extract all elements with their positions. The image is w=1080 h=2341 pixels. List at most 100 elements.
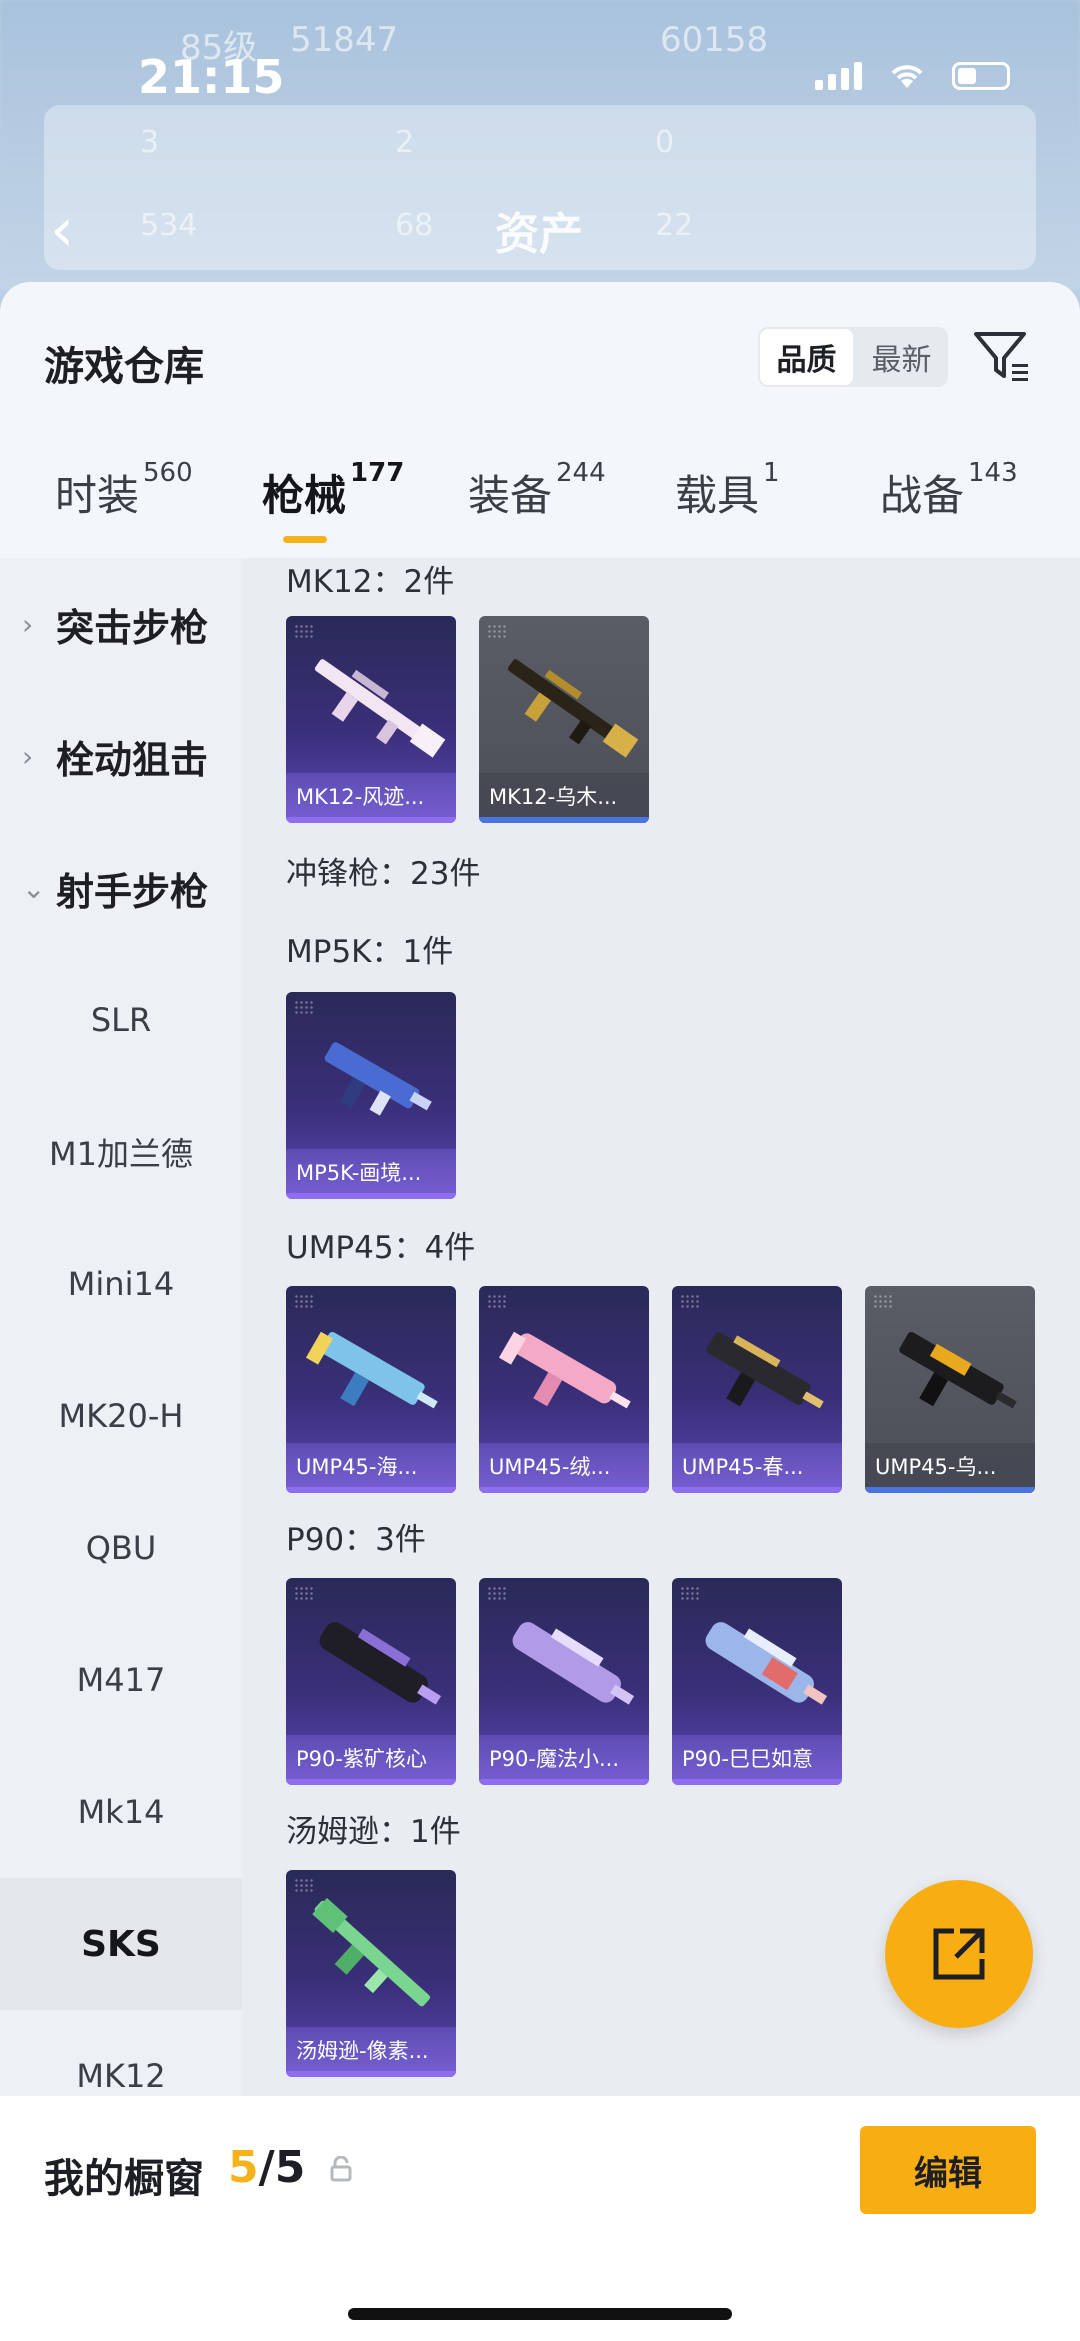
tab-supplies[interactable]: 战备 143 [880, 458, 1018, 523]
item-card[interactable]: UMP45-海... [286, 1286, 456, 1493]
section-label-p90: P90：3件 [286, 1522, 426, 1558]
gun-image-icon [305, 1331, 438, 1409]
item-name: 汤姆逊-像素... [286, 2027, 456, 2077]
page-title: 资产 [495, 209, 583, 260]
gun-image-icon [314, 659, 446, 758]
signal-icon [815, 62, 862, 90]
item-card[interactable]: UMP45-绒... [479, 1286, 649, 1493]
tab-count: 143 [968, 458, 1018, 488]
bg-stat: 3 [140, 125, 160, 160]
item-name: P90-紫矿核心 [286, 1735, 456, 1785]
filter-icon[interactable] [972, 326, 1032, 386]
share-icon [933, 1928, 985, 1980]
warehouse-sheet: 游戏仓库 品质 最新 时装 560 枪械 177 装备 244 载具 1 战备 143 ›… [0, 282, 1080, 2341]
sidebar-item-m1-garand[interactable]: M1加兰德 [0, 1086, 242, 1218]
active-tab-indicator [283, 536, 327, 543]
section-label-mk12: MK12：2件 [286, 564, 455, 600]
item-name: UMP45-海... [286, 1443, 456, 1493]
item-grid: MK12：2件 MK12-风迹... MK12-乌木... 冲锋枪：23件 MP… [242, 558, 1080, 2341]
sort-toggle: 品质 最新 [758, 327, 948, 387]
sidebar-item-assault-rifle[interactable]: › 突击步枪 [0, 558, 242, 690]
sidebar-item-mini14[interactable]: Mini14 [0, 1218, 242, 1350]
item-card[interactable]: P90-巳巳如意 [672, 1578, 842, 1785]
item-card[interactable]: MK12-风迹... [286, 616, 456, 823]
sidebar-item-label: 射手步枪 [56, 869, 209, 914]
item-card[interactable]: MK12-乌木... [479, 616, 649, 823]
category-tabs: 时装 560 枪械 177 装备 244 载具 1 战备 143 [0, 458, 1080, 562]
sidebar-item-mk20h[interactable]: MK20-H [0, 1350, 242, 1482]
item-name: MK12-乌木... [479, 773, 649, 823]
category-sidebar: › 突击步枪 › 栓动狙击 ⌄ 射手步枪 SLR M1加兰德 Mini14 MK20-… [0, 558, 242, 2341]
tab-fashion[interactable]: 时装 560 [55, 458, 193, 523]
sidebar-item-label: 栓动狙击 [56, 737, 209, 782]
status-icons [815, 62, 1010, 90]
section-label-mp5k: MP5K：1件 [286, 934, 454, 970]
bg-stat: 68 [395, 208, 434, 243]
tab-count: 177 [350, 458, 405, 488]
item-name: MK12-风迹... [286, 773, 456, 823]
tab-equipment[interactable]: 装备 244 [468, 458, 606, 523]
item-card[interactable]: UMP45-春... [672, 1286, 842, 1493]
item-name: UMP45-绒... [479, 1443, 649, 1493]
item-card[interactable]: P90-紫矿核心 [286, 1578, 456, 1785]
section-label-tommy: 汤姆逊：1件 [286, 1814, 461, 1850]
sidebar-item-slr[interactable]: SLR [0, 954, 242, 1086]
item-card[interactable]: UMP45-乌... [865, 1286, 1035, 1493]
bg-stat: 534 [140, 208, 198, 243]
showcase-total: /5 [258, 2142, 306, 2193]
item-name: MP5K-画境... [286, 1149, 456, 1199]
sidebar-item-qbu[interactable]: QBU [0, 1482, 242, 1614]
item-card[interactable]: 汤姆逊-像素... [286, 1870, 456, 2077]
item-name: UMP45-春... [672, 1443, 842, 1493]
sort-quality-button[interactable]: 品质 [758, 327, 855, 387]
sheet-title: 游戏仓库 [44, 344, 204, 390]
sidebar-item-label: 突击步枪 [56, 605, 209, 650]
tab-label: 载具 [675, 471, 760, 520]
gun-image-icon [705, 1622, 828, 1705]
gun-image-icon [319, 1622, 442, 1705]
bg-stat: 22 [655, 208, 694, 243]
sidebar-item-mk14[interactable]: Mk14 [0, 1746, 242, 1878]
gun-image-icon [507, 659, 639, 758]
tab-label: 装备 [468, 471, 553, 520]
gun-image-icon [312, 1897, 431, 2007]
item-name: P90-魔法小... [479, 1735, 649, 1785]
gun-image-icon [899, 1331, 1017, 1409]
tab-count: 560 [143, 458, 193, 488]
showcase-title: 我的橱窗 [44, 2156, 204, 2202]
item-card[interactable]: P90-魔法小... [479, 1578, 649, 1785]
section-label-smg: 冲锋枪：23件 [286, 856, 481, 892]
share-button[interactable] [885, 1880, 1033, 2028]
tab-label: 战备 [880, 471, 965, 520]
tab-count: 1 [763, 458, 780, 488]
tab-count: 244 [556, 458, 606, 488]
item-name: P90-巳巳如意 [672, 1735, 842, 1785]
status-time: 21:15 [138, 50, 285, 104]
tab-label: 时装 [55, 471, 140, 520]
edit-button[interactable]: 编辑 [860, 2126, 1036, 2214]
wifi-icon [891, 65, 923, 88]
tab-label: 枪械 [262, 471, 347, 520]
tab-guns[interactable]: 枪械 177 [262, 458, 404, 523]
gun-image-icon [706, 1331, 824, 1409]
chevron-right-icon: › [22, 607, 34, 641]
home-indicator [348, 2308, 732, 2320]
sidebar-item-m417[interactable]: M417 [0, 1614, 242, 1746]
sort-latest-button[interactable]: 最新 [855, 327, 948, 387]
bg-stat: 0 [655, 125, 675, 160]
bg-stat: 2 [395, 125, 415, 160]
gun-image-icon [324, 1042, 432, 1116]
gun-image-icon [498, 1331, 631, 1409]
showcase-current: 5 [228, 2142, 259, 2193]
coin-b-value: 60158 [660, 20, 769, 60]
sidebar-item-sks[interactable]: SKS [0, 1878, 242, 2010]
chevron-down-icon: ⌄ [22, 871, 46, 905]
coin-a-value: 51847 [290, 20, 399, 60]
chevron-right-icon: › [22, 739, 34, 773]
item-card[interactable]: MP5K-画境... [286, 992, 456, 1199]
tab-vehicles[interactable]: 载具 1 [675, 458, 780, 523]
item-name: UMP45-乌... [865, 1443, 1035, 1493]
back-chevron-icon[interactable]: ‹ [50, 195, 74, 265]
sidebar-item-marksman-rifle[interactable]: ⌄ 射手步枪 [0, 822, 242, 954]
sidebar-item-bolt-sniper[interactable]: › 栓动狙击 [0, 690, 242, 822]
